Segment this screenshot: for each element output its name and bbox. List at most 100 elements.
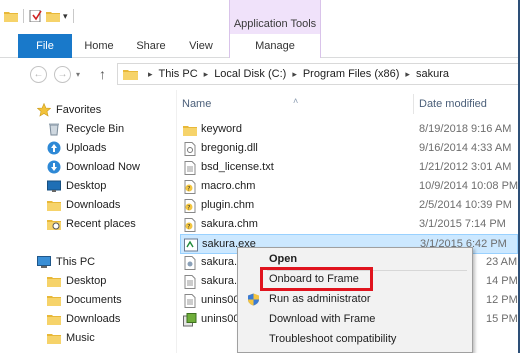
uac-shield-icon	[248, 293, 259, 306]
nav-item-documents[interactable]: Documents	[47, 290, 122, 309]
help-file-icon: ?	[184, 199, 196, 213]
file-name: unins00	[201, 294, 240, 306]
file-row[interactable]: ? plugin.chm 2/5/2014 10:39 PM	[180, 196, 518, 216]
navigation-bar: ← → ▾ ↑ ▸ This PC ▸ Local Disk (C:) ▸ Pr…	[0, 58, 520, 90]
explorer-window: ▾ Application Tools File Home Share View…	[0, 0, 520, 353]
file-name: plugin.chm	[201, 199, 255, 211]
properties-icon[interactable]	[29, 10, 43, 22]
chevron-right-icon[interactable]: ▸	[292, 69, 297, 80]
nav-item-label: Downloads	[66, 312, 121, 325]
download-now-icon	[47, 160, 61, 173]
tab-view[interactable]: View	[180, 34, 222, 58]
breadcrumb-sakura[interactable]: sakura	[416, 68, 449, 80]
file-date: 2/5/2014 10:39 PM	[419, 199, 512, 211]
tab-manage[interactable]: Manage	[229, 34, 321, 58]
star-icon	[37, 102, 51, 117]
file-name: keyword	[201, 123, 242, 135]
tab-share[interactable]: Share	[128, 34, 174, 58]
file-date: 12 PM	[486, 294, 518, 306]
context-tab-group-header: Application Tools	[229, 0, 321, 34]
context-menu: Open Onboard to Frame Run as administrat…	[237, 247, 473, 353]
file-row[interactable]: bsd_license.txt 1/21/2012 3:01 AM	[180, 158, 518, 178]
nav-item-label: Download Now	[66, 160, 140, 173]
menu-item-download-with-frame[interactable]: Download with Frame	[238, 310, 472, 329]
highlight-annotation	[260, 267, 373, 291]
file-row[interactable]: ? sakura.chm 3/1/2015 7:14 PM	[180, 215, 518, 235]
file-name: bsd_license.txt	[201, 161, 274, 173]
nav-item-label: Downloads	[66, 198, 121, 211]
file-name: macro.chm	[201, 180, 256, 192]
file-date: 10/9/2014 10:08 PM	[419, 180, 519, 192]
breadcrumb-local-disk[interactable]: Local Disk (C:)	[214, 68, 286, 80]
chevron-right-icon[interactable]: ▸	[405, 69, 410, 80]
up-button[interactable]: ↑	[99, 66, 106, 82]
file-row[interactable]: keyword 8/19/2018 9:16 AM	[180, 120, 518, 140]
nav-item-downloads[interactable]: Downloads	[47, 195, 120, 214]
quick-access-toolbar: ▾	[4, 9, 76, 23]
nav-item-downloads[interactable]: Downloads	[47, 309, 120, 328]
nav-item-download-now[interactable]: Download Now	[47, 157, 140, 176]
folder-icon[interactable]	[4, 10, 18, 22]
breadcrumb-this-pc[interactable]: This PC	[159, 68, 198, 80]
recent-places-icon	[47, 219, 61, 230]
upload-icon	[47, 141, 61, 154]
column-divider[interactable]	[413, 94, 414, 114]
column-header-date-modified[interactable]: Date modified	[419, 93, 487, 115]
nav-item-recent-places[interactable]: Recent places	[47, 214, 136, 233]
svg-text:?: ?	[187, 205, 190, 212]
menu-item-troubleshoot-compatibility[interactable]: Troubleshoot compatibility	[238, 330, 472, 349]
nav-item-desktop[interactable]: Desktop	[47, 271, 106, 290]
new-folder-icon[interactable]	[46, 10, 60, 22]
recycle-bin-icon	[49, 123, 59, 135]
nav-item-label: Recycle Bin	[66, 122, 125, 135]
chevron-right-icon[interactable]: ▸	[148, 69, 153, 80]
nav-item-label: Music	[66, 331, 95, 344]
menu-item-run-as-administrator[interactable]: Run as administrator	[238, 290, 472, 309]
dll-file-icon	[184, 142, 196, 156]
nav-item-desktop[interactable]: Desktop	[47, 176, 106, 195]
tab-home[interactable]: Home	[78, 34, 120, 58]
folder-icon	[47, 276, 61, 287]
column-header-name[interactable]: Name ˄	[182, 93, 298, 115]
folder-icon	[47, 200, 61, 211]
nav-item-music[interactable]: Music	[47, 328, 95, 347]
breadcrumb-program-files[interactable]: Program Files (x86)	[303, 68, 400, 80]
help-file-icon: ?	[184, 180, 196, 194]
folder-icon	[183, 126, 197, 136]
exe-file-icon	[184, 238, 198, 252]
file-date: 3/1/2015 7:14 PM	[419, 218, 506, 230]
nav-favorites[interactable]: Favorites	[37, 100, 101, 119]
desktop-icon	[47, 180, 61, 192]
tab-file[interactable]: File	[18, 34, 72, 58]
nav-item-uploads[interactable]: Uploads	[47, 138, 106, 157]
text-file-icon	[184, 161, 196, 175]
address-bar[interactable]: ▸ This PC ▸ Local Disk (C:) ▸ Program Fi…	[117, 63, 520, 85]
nav-item-recycle-bin[interactable]: Recycle Bin	[47, 119, 124, 138]
file-row[interactable]: ? macro.chm 10/9/2014 10:08 PM	[180, 177, 518, 197]
title-bar: ▾ Application Tools	[0, 0, 520, 34]
navigation-pane: Favorites Recycle Bin Uploads Download N…	[0, 90, 176, 353]
folder-icon	[47, 314, 61, 325]
nav-this-pc[interactable]: This PC	[37, 252, 95, 271]
nav-item-label: Documents	[66, 293, 122, 306]
text-file-icon	[184, 294, 196, 308]
file-row[interactable]: bregonig.dll 9/16/2014 4:33 AM	[180, 139, 518, 159]
folder-icon	[47, 333, 61, 344]
recent-locations-icon[interactable]: ▾	[76, 70, 80, 79]
toolbar-separator	[23, 9, 24, 23]
nav-favorites-label: Favorites	[56, 103, 102, 116]
forward-button[interactable]: →	[54, 66, 71, 83]
file-name: bregonig.dll	[201, 142, 258, 154]
help-file-icon: ?	[184, 218, 196, 232]
file-date: 9/16/2014 4:33 AM	[419, 142, 512, 154]
computer-icon	[37, 255, 51, 268]
nav-this-pc-label: This PC	[56, 255, 96, 268]
folder-icon	[123, 70, 138, 80]
back-button[interactable]: ←	[30, 66, 47, 83]
customize-toolbar-icon[interactable]: ▾	[63, 11, 68, 22]
menu-item-label: Run as administrator	[269, 293, 371, 305]
file-name: sakura.chm	[201, 218, 258, 230]
svg-text:?: ?	[187, 186, 190, 193]
chevron-right-icon[interactable]: ▸	[204, 69, 209, 80]
svg-text:?: ?	[187, 224, 190, 231]
